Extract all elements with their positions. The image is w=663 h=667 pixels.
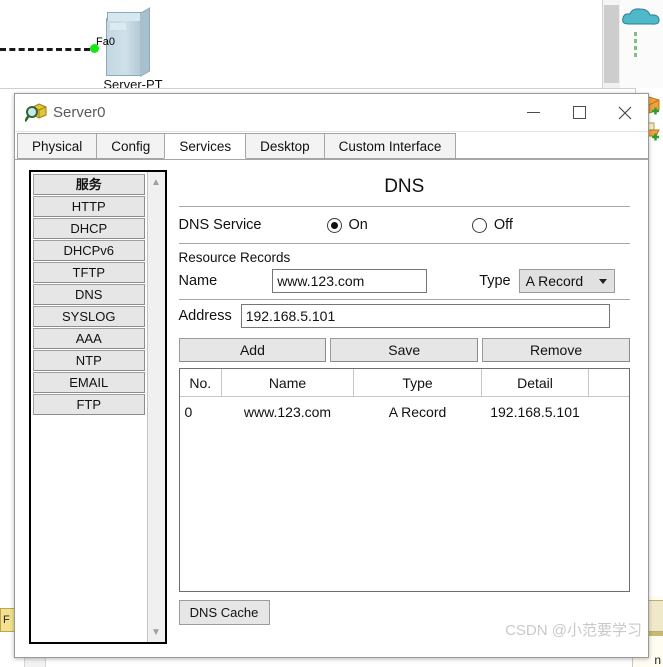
workspace-right-panel	[619, 0, 663, 88]
radio-dns-off[interactable]: Off	[471, 217, 513, 233]
workspace-divider	[0, 88, 663, 89]
chevron-down-icon[interactable]: ▼	[148, 624, 165, 640]
radio-on-label: On	[348, 217, 368, 233]
records-table-container[interactable]: No. Name Type Detail 0 www.123.com A Rec…	[178, 368, 630, 592]
radio-off-indicator	[471, 217, 487, 233]
server-side-face	[140, 7, 150, 77]
column-header-type[interactable]: Type	[353, 369, 482, 397]
column-header-no[interactable]: No.	[179, 369, 222, 397]
dns-service-label: DNS Service	[178, 217, 262, 233]
sidebar-item-http[interactable]: HTTP	[33, 196, 145, 217]
close-button[interactable]	[602, 94, 648, 131]
maximize-button[interactable]	[556, 94, 602, 131]
sidebar-item-syslog[interactable]: SYSLOG	[33, 306, 145, 327]
server-top-face	[107, 12, 143, 21]
sidebar-item-aaa[interactable]: AAA	[33, 328, 145, 349]
services-list-header: 服务	[33, 174, 145, 195]
column-header-name[interactable]: Name	[221, 369, 354, 397]
divider-under-name	[178, 299, 630, 300]
services-list: 服务 HTTP DHCP DHCPv6 TFTP DNS SYSLOG AAA …	[31, 172, 147, 642]
radio-off-label: Off	[493, 217, 513, 233]
sidebar-item-tftp[interactable]: TFTP	[33, 262, 145, 283]
cell-detail: 192.168.5.101	[481, 396, 589, 427]
radio-dns-on[interactable]: On	[326, 217, 368, 233]
dialog-title: Server0	[53, 104, 106, 121]
sidebar-item-dhcp[interactable]: DHCP	[33, 218, 145, 239]
cell-type: A Record	[353, 396, 482, 427]
radio-on-indicator	[326, 217, 342, 233]
connection-link-line	[0, 48, 90, 51]
dotted-line-icon	[634, 32, 637, 60]
name-label: Name	[178, 273, 218, 289]
tab-config[interactable]: Config	[96, 133, 166, 159]
port-label: Fa0	[96, 36, 115, 48]
column-header-spacer[interactable]	[588, 369, 629, 397]
column-header-detail[interactable]: Detail	[481, 369, 589, 397]
dialog-titlebar[interactable]: Server0	[15, 94, 648, 132]
divider-top	[178, 206, 630, 207]
cell-no: 0	[179, 396, 222, 427]
minimize-button[interactable]	[510, 94, 556, 131]
sidebar-item-ftp[interactable]: FTP	[33, 394, 145, 415]
type-dropdown[interactable]: A Record	[518, 269, 615, 293]
name-input[interactable]	[272, 269, 428, 293]
address-field-row: Address	[179, 302, 631, 332]
close-icon	[618, 106, 632, 119]
type-dropdown-value: A Record	[525, 273, 584, 289]
records-table: No. Name Type Detail 0 www.123.com A Rec…	[179, 369, 629, 427]
cell-spacer	[588, 396, 629, 427]
services-scrollbar[interactable]: ▲ ▼	[146, 172, 165, 642]
maximize-icon	[572, 106, 586, 119]
window-controls	[510, 94, 648, 131]
workspace-scroll-thumb[interactable]	[604, 5, 619, 83]
address-label: Address	[178, 308, 232, 324]
save-button[interactable]: Save	[330, 338, 479, 362]
tab-physical[interactable]: Physical	[17, 133, 98, 159]
sidebar-item-email[interactable]: EMAIL	[33, 372, 145, 393]
right-glyph: n	[654, 653, 661, 667]
chevron-up-icon[interactable]: ▲	[148, 174, 165, 190]
dns-service-row: DNS Service On Off	[179, 209, 631, 241]
resource-records-label: Resource Records	[178, 250, 291, 265]
dialog-tabstrip: Physical Config Services Desktop Custom …	[15, 132, 648, 160]
address-input[interactable]	[240, 304, 610, 328]
type-label: Type	[479, 273, 511, 289]
dns-panel: DNS DNS Service On Off Resource Records …	[167, 160, 649, 657]
tab-desktop[interactable]: Desktop	[245, 133, 325, 159]
tabstrip-filler	[455, 132, 648, 159]
remove-button[interactable]: Remove	[482, 338, 630, 362]
name-field-row: Name Type A Record	[179, 267, 631, 297]
divider-under-service	[178, 243, 630, 244]
cloud-icon	[622, 8, 660, 25]
table-header-row: No. Name Type Detail	[179, 369, 629, 397]
dns-cache-button[interactable]: DNS Cache	[178, 600, 270, 625]
tab-custom-interface[interactable]: Custom Interface	[323, 133, 457, 159]
chevron-down-icon	[598, 279, 607, 284]
watermark-text: CSDN @小范要学习	[505, 622, 642, 639]
sidebar-item-ntp[interactable]: NTP	[33, 350, 145, 371]
record-action-buttons: Add Save Remove	[178, 332, 631, 368]
sidebar-item-dns[interactable]: DNS	[33, 284, 145, 305]
device-name-label: Server-PT	[103, 77, 163, 92]
sidebar-item-dhcpv6[interactable]: DHCPv6	[33, 240, 145, 261]
dns-panel-title: DNS	[384, 176, 425, 197]
services-sidebar: 服务 HTTP DHCP DHCPv6 TFTP DNS SYSLOG AAA …	[29, 170, 167, 644]
magnifier-package-icon	[24, 102, 47, 123]
cell-name: www.123.com	[221, 396, 354, 427]
tab-services[interactable]: Services	[164, 133, 247, 159]
dialog-body: 服务 HTTP DHCP DHCPv6 TFTP DNS SYSLOG AAA …	[15, 160, 649, 657]
add-button[interactable]: Add	[178, 338, 327, 362]
device-config-dialog: Server0 Physical Config Services Desktop…	[14, 93, 649, 658]
table-row[interactable]: 0 www.123.com A Record 192.168.5.101	[179, 396, 629, 427]
minimize-icon	[526, 112, 540, 113]
